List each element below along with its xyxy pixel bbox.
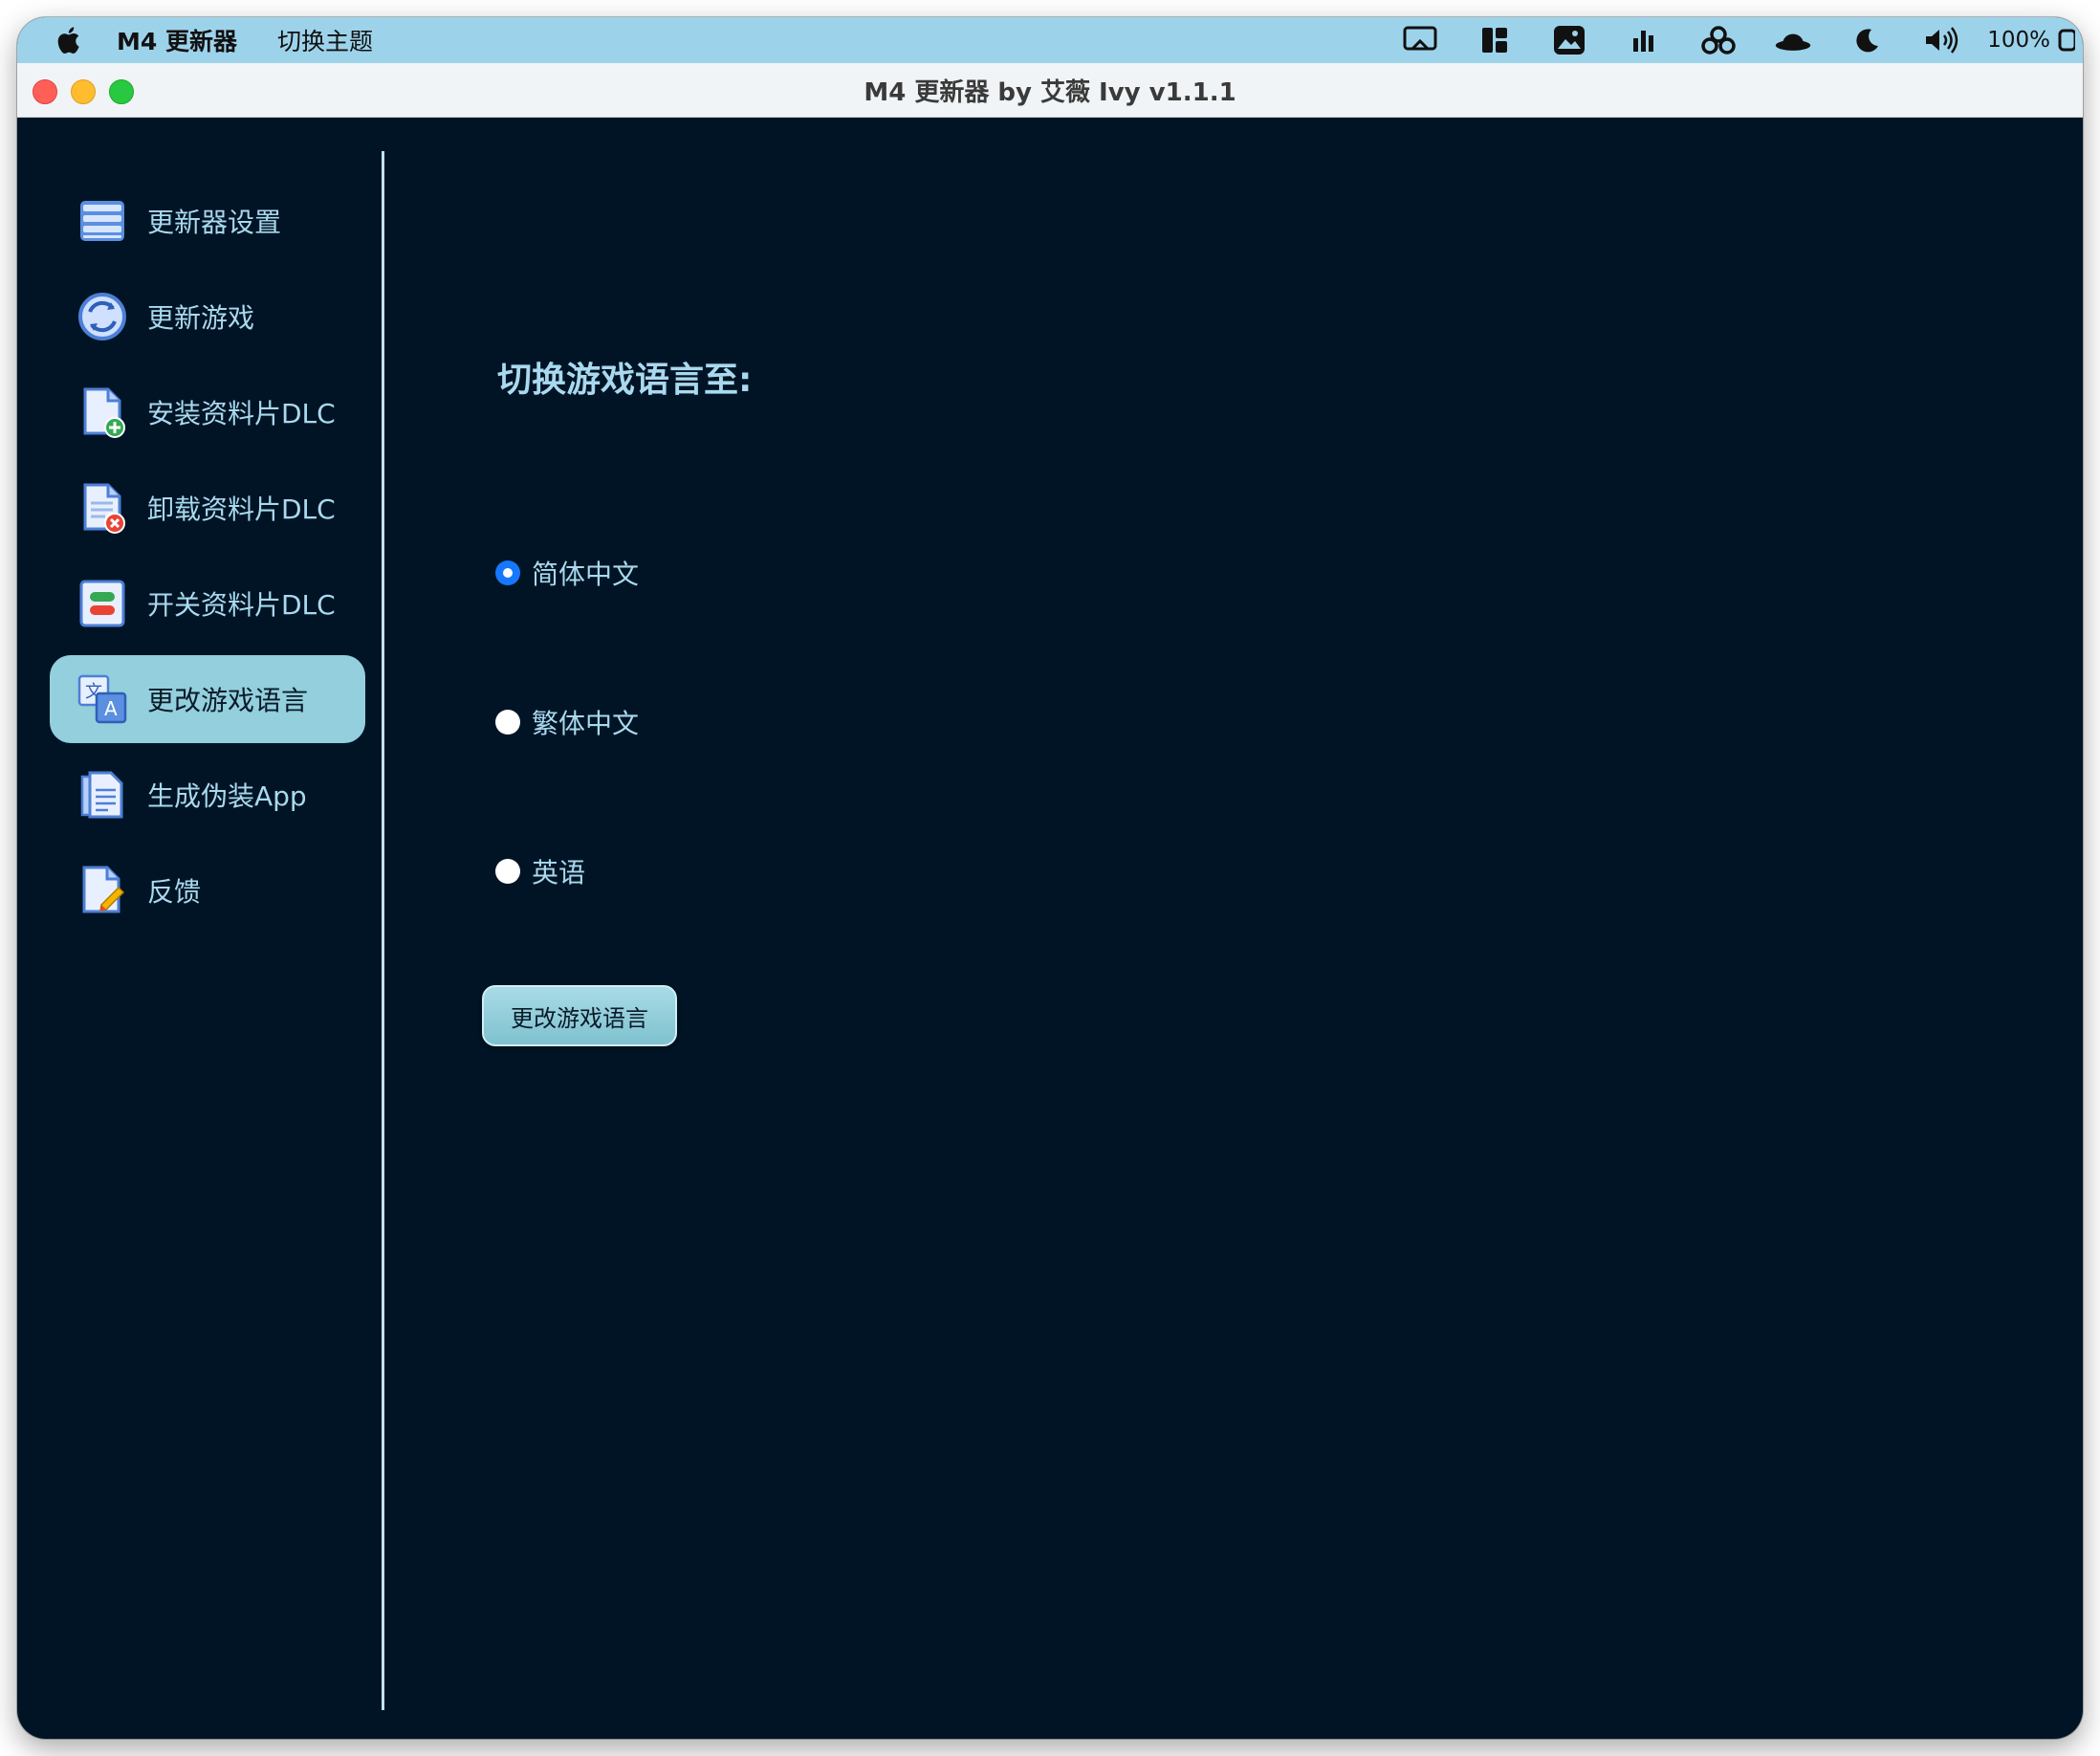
close-window-button[interactable] xyxy=(33,79,57,104)
hat-icon[interactable] xyxy=(1774,21,1812,59)
sidebar-item-update-game[interactable]: 更新游戏 xyxy=(50,273,365,361)
svg-text:A: A xyxy=(104,697,118,720)
sidebar-item-uninstall-dlc[interactable]: 卸载资料片DLC xyxy=(50,464,365,552)
image-icon[interactable] xyxy=(1550,21,1588,59)
sidebar-item-generate-app[interactable]: 生成伪装App xyxy=(50,751,365,839)
sidebar-item-label: 更新游戏 xyxy=(147,302,255,334)
radio-button[interactable] xyxy=(495,859,520,884)
window-title: M4 更新器 by 艾薇 Ivy v1.1.1 xyxy=(864,77,1236,107)
stats-icon[interactable] xyxy=(1625,21,1663,59)
moon-icon[interactable] xyxy=(1848,21,1887,59)
radio-label: 繁体中文 xyxy=(532,708,640,739)
sidebar-item-install-dlc[interactable]: 安装资料片DLC xyxy=(50,368,365,456)
app-window: M4 更新器 切换主题 100% M4 更新器 by 艾薇 Ivy v1.1.1… xyxy=(17,17,2083,1739)
sidebar-item-label: 开关资料片DLC xyxy=(147,589,336,621)
radio-button[interactable] xyxy=(495,560,520,585)
document-remove-icon xyxy=(83,483,125,534)
battery-percent[interactable]: 100% xyxy=(1987,28,2050,53)
menubar: M4 更新器 切换主题 100% xyxy=(17,17,2083,63)
creative-cloud-icon[interactable] xyxy=(1699,21,1738,59)
window-layout-icon[interactable] xyxy=(1476,21,1514,59)
title-bar: M4 更新器 by 艾薇 Ivy v1.1.1 xyxy=(17,63,2083,118)
sidebar-item-label: 安装资料片DLC xyxy=(147,398,336,429)
page-title: 切换游戏语言至: xyxy=(497,361,753,400)
minimize-window-button[interactable] xyxy=(71,79,96,104)
radio-traditional-chinese[interactable]: 繁体中文 xyxy=(495,703,639,741)
document-icon xyxy=(80,771,123,819)
feedback-icon xyxy=(82,866,125,913)
sidebar-item-updater-settings[interactable]: 更新器设置 xyxy=(50,177,365,265)
menu-switch-theme[interactable]: 切换主题 xyxy=(277,23,373,57)
radio-label: 英语 xyxy=(532,857,586,889)
radio-english[interactable]: 英语 xyxy=(495,852,585,890)
refresh-icon xyxy=(78,293,126,340)
sidebar-item-toggle-dlc[interactable]: 开关资料片DLC xyxy=(50,560,365,648)
status-area: 100% xyxy=(1383,21,2075,59)
sidebar-item-label: 反馈 xyxy=(147,876,202,908)
sidebar-divider xyxy=(382,151,384,1710)
translate-icon: 文 A xyxy=(77,674,127,724)
sidebar-item-change-language[interactable]: 文 A 更改游戏语言 xyxy=(50,655,365,743)
radio-simplified-chinese[interactable]: 简体中文 xyxy=(495,554,639,592)
change-language-button[interactable]: 更改游戏语言 xyxy=(482,985,677,1046)
radio-button[interactable] xyxy=(495,710,520,735)
list-icon xyxy=(80,201,124,241)
document-add-icon xyxy=(83,387,125,438)
screen-mirror-icon[interactable] xyxy=(1401,21,1439,59)
sidebar-item-label: 生成伪装App xyxy=(147,780,307,812)
sidebar-item-label: 更改游戏语言 xyxy=(147,685,309,716)
menubar-app-name[interactable]: M4 更新器 xyxy=(117,23,237,57)
sidebar: 更新器设置 更新游戏 安装资料片DLC 卸载资料片DLC 开关资料片DLC 文 … xyxy=(17,118,381,1739)
sidebar-item-label: 更新器设置 xyxy=(147,207,282,238)
apple-icon[interactable] xyxy=(54,24,86,56)
sidebar-item-label: 卸载资料片DLC xyxy=(147,494,336,525)
radio-label: 简体中文 xyxy=(532,559,640,590)
toggle-icon xyxy=(79,580,125,627)
maximize-window-button[interactable] xyxy=(109,79,134,104)
battery-icon[interactable] xyxy=(2058,29,2075,52)
volume-icon[interactable] xyxy=(1923,21,1961,59)
sidebar-item-feedback[interactable]: 反馈 xyxy=(50,846,365,934)
